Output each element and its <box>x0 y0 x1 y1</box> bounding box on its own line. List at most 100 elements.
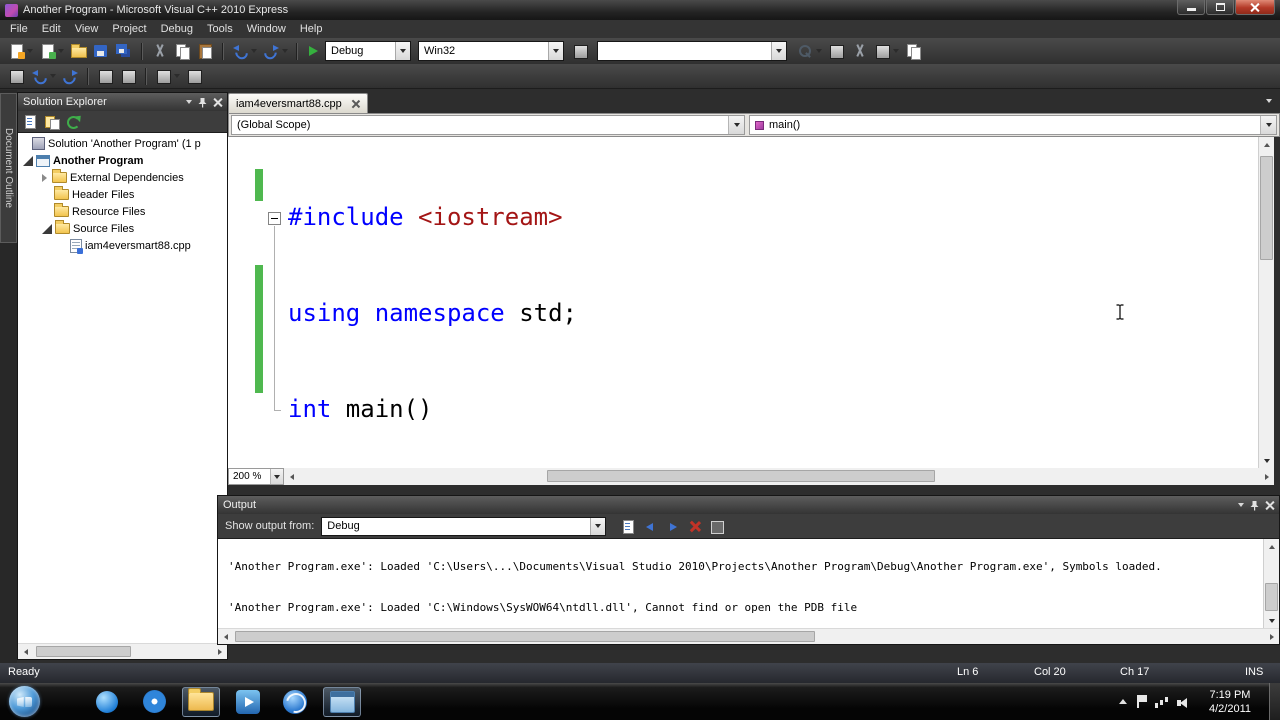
solution-configurations-combo[interactable]: Debug <box>325 41 411 61</box>
paste-button[interactable] <box>195 41 216 62</box>
chevron-down-icon[interactable] <box>548 42 563 60</box>
document-list-chevron-icon[interactable] <box>1266 99 1272 103</box>
output-source-combo[interactable]: Debug <box>321 516 607 536</box>
save-all-button[interactable] <box>114 41 135 62</box>
refresh-icon[interactable] <box>65 114 80 129</box>
scrollbar-thumb[interactable] <box>1265 583 1278 611</box>
scrollbar-thumb[interactable] <box>235 631 815 642</box>
solution-explorer-header[interactable]: Solution Explorer <box>18 93 227 111</box>
member-combo[interactable]: main() <box>749 115 1277 135</box>
taskbar-clock[interactable]: 7:19 PM 4/2/2011 <box>1199 688 1261 716</box>
taskbar-messenger-button[interactable] <box>88 687 126 717</box>
tray-expand-icon[interactable] <box>1118 699 1127 704</box>
clear-all-icon[interactable] <box>687 519 702 534</box>
save-button[interactable] <box>91 41 112 62</box>
taskbar-ie-button[interactable] <box>276 687 314 717</box>
tree-item-project[interactable]: Another Program <box>18 152 227 169</box>
scroll-up-icon[interactable] <box>1259 137 1274 152</box>
taskbar-visual-studio-button[interactable] <box>323 686 361 717</box>
chevron-down-icon[interactable] <box>395 42 410 60</box>
tree-item-cpp-file[interactable]: iam4eversmart88.cpp <box>18 237 227 254</box>
scroll-right-icon[interactable] <box>212 644 227 659</box>
scroll-right-icon[interactable] <box>1259 469 1274 484</box>
window-position-icon[interactable] <box>1238 503 1244 507</box>
find-in-files-button[interactable] <box>795 41 824 62</box>
toolbar-extra-3-button[interactable] <box>872 41 901 62</box>
scrollbar-thumb[interactable] <box>547 470 935 482</box>
scroll-left-icon[interactable] <box>284 469 299 484</box>
pin-icon[interactable] <box>197 97 208 108</box>
solution-platforms-combo[interactable]: Win32 <box>418 41 564 61</box>
close-panel-icon[interactable] <box>1265 501 1274 510</box>
pin-icon[interactable] <box>1249 500 1260 511</box>
show-desktop-button[interactable] <box>1269 683 1280 720</box>
editor-hscrollbar[interactable] <box>299 468 1259 485</box>
output-vscrollbar[interactable] <box>1263 539 1279 628</box>
previous-message-icon[interactable] <box>643 519 658 534</box>
close-button[interactable] <box>1235 0 1275 15</box>
document-tab[interactable]: iam4eversmart88.cpp <box>228 93 368 113</box>
scroll-up-icon[interactable] <box>1264 539 1279 554</box>
navigate-backward-button[interactable] <box>29 66 58 87</box>
action-center-icon[interactable] <box>1135 695 1147 708</box>
open-file-button[interactable] <box>68 41 89 62</box>
network-icon[interactable] <box>1154 695 1169 708</box>
maximize-button[interactable] <box>1206 0 1234 15</box>
chevron-down-icon[interactable] <box>590 517 606 535</box>
scrollbar-thumb[interactable] <box>1260 156 1273 260</box>
properties-icon[interactable] <box>23 114 38 129</box>
tree-item-solution[interactable]: Solution 'Another Program' (1 p <box>18 135 227 152</box>
menu-tools[interactable]: Tools <box>200 20 240 38</box>
close-tab-icon[interactable] <box>351 99 360 108</box>
new-project-button[interactable] <box>6 41 35 62</box>
scrollbar-thumb[interactable] <box>36 646 131 657</box>
collapse-region-icon[interactable] <box>268 212 281 225</box>
start-button[interactable] <box>9 686 40 717</box>
bookmark-button[interactable] <box>153 66 182 87</box>
menu-edit[interactable]: Edit <box>35 20 68 38</box>
scroll-left-icon[interactable] <box>218 629 233 644</box>
cut-button[interactable] <box>149 41 170 62</box>
zoom-combo[interactable]: 200 % <box>228 468 284 485</box>
window-position-icon[interactable] <box>186 100 192 104</box>
document-outline-tab[interactable]: Document Outline <box>0 93 17 243</box>
expand-icon[interactable] <box>42 173 47 182</box>
show-all-files-icon[interactable] <box>44 114 60 130</box>
menu-window[interactable]: Window <box>240 20 293 38</box>
chevron-down-icon[interactable] <box>728 116 744 134</box>
navigate-forward-button[interactable] <box>60 66 81 87</box>
display-quick-info-button[interactable] <box>6 66 27 87</box>
taskbar-media-button[interactable] <box>229 687 267 717</box>
scroll-left-icon[interactable] <box>18 644 33 659</box>
tree-item-resource-files[interactable]: Resource Files <box>18 203 227 220</box>
tree-item-source-files[interactable]: Source Files <box>18 220 227 237</box>
scroll-down-icon[interactable] <box>1259 453 1274 468</box>
find-combo[interactable] <box>597 41 787 61</box>
next-message-icon[interactable] <box>665 519 680 534</box>
find-message-icon[interactable] <box>621 519 636 534</box>
toolbar-extra-2-button[interactable] <box>849 41 870 62</box>
taskbar-explorer-button[interactable] <box>182 686 220 717</box>
taskbar-wmp-button[interactable] <box>135 687 173 717</box>
code-editor[interactable]: #include <iostream> using namespace std;… <box>228 137 1258 468</box>
chevron-down-icon[interactable] <box>270 469 283 484</box>
menu-help[interactable]: Help <box>293 20 330 38</box>
bookmark-next-button[interactable] <box>184 66 205 87</box>
copy-button[interactable] <box>172 41 193 62</box>
output-text-area[interactable]: 'Another Program.exe': Loaded 'C:\Users\… <box>218 539 1263 628</box>
tree-item-header-files[interactable]: Header Files <box>18 186 227 203</box>
collapse-icon[interactable] <box>23 155 33 166</box>
add-item-button[interactable] <box>37 41 66 62</box>
redo-button[interactable] <box>261 41 290 62</box>
output-hscrollbar[interactable] <box>218 628 1279 644</box>
output-header[interactable]: Output <box>218 496 1279 514</box>
menu-file[interactable]: File <box>3 20 35 38</box>
word-wrap-icon[interactable] <box>709 519 725 534</box>
menu-project[interactable]: Project <box>105 20 153 38</box>
toolbar-extra-1-button[interactable] <box>826 41 847 62</box>
menu-view[interactable]: View <box>68 20 106 38</box>
minimize-button[interactable] <box>1177 0 1205 15</box>
chevron-down-icon[interactable] <box>771 42 786 60</box>
chevron-down-icon[interactable] <box>1260 116 1276 134</box>
close-panel-icon[interactable] <box>213 98 222 107</box>
